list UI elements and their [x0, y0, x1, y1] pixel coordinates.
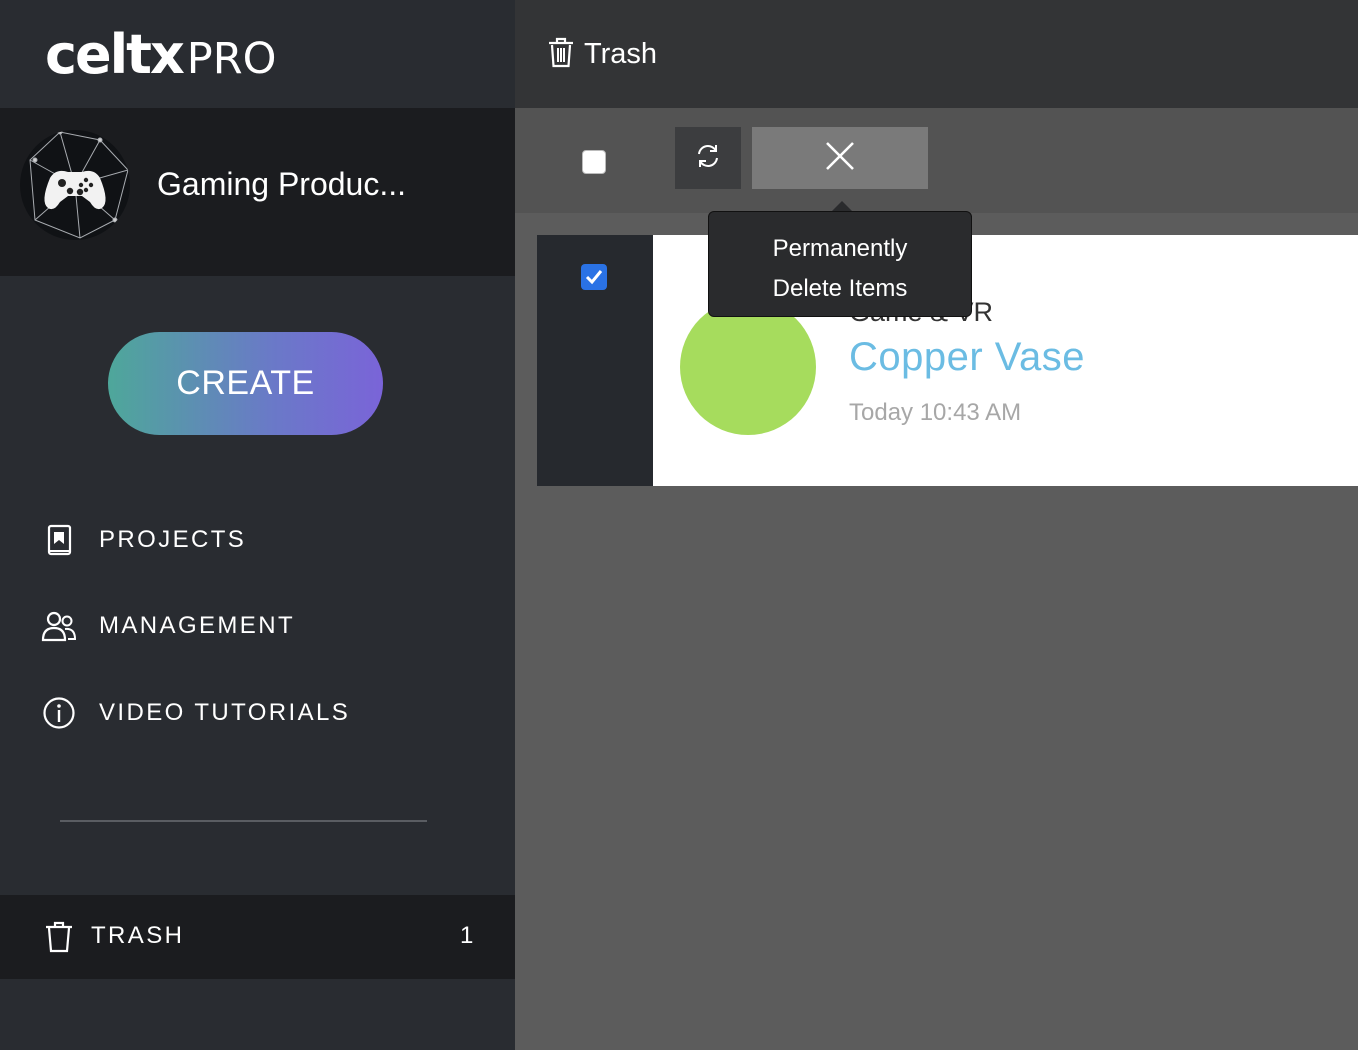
trash-icon: [548, 36, 574, 73]
game-controller-icon: [29, 130, 129, 239]
trash-toolbar: [515, 108, 1358, 213]
org-avatar: [20, 130, 130, 240]
create-button[interactable]: CREATE: [108, 332, 383, 435]
checkmark-icon: [585, 270, 603, 285]
sidebar-item-label: PROJECTS: [99, 526, 247, 553]
sidebar-item-label: VIDEO TUTORIALS: [99, 699, 351, 726]
trash-count-badge: 1: [460, 922, 474, 949]
bookmark-book-icon: [40, 521, 78, 559]
sidebar-divider: [60, 820, 427, 822]
card-select-column: [537, 235, 653, 486]
users-icon: [40, 607, 78, 645]
logo-bar: celtx PRO: [0, 0, 515, 108]
close-icon: [824, 140, 856, 177]
project-color-dot: [680, 299, 816, 435]
select-all-checkbox[interactable]: [582, 150, 606, 174]
page-header: Trash: [515, 0, 1358, 108]
sidebar-item-management[interactable]: MANAGEMENT: [40, 606, 295, 646]
org-name: Gaming Produc...: [157, 166, 406, 202]
sidebar-item-trash[interactable]: TRASH 1: [0, 895, 515, 979]
trash-icon: [40, 918, 78, 956]
project-date: Today 10:43 AM: [849, 399, 1022, 426]
page-title: Trash: [548, 36, 657, 73]
delete-tooltip: Permanently Delete Items: [708, 211, 972, 317]
sidebar-item-label: TRASH: [91, 922, 185, 949]
org-switcher[interactable]: Gaming Produc...: [0, 108, 515, 276]
page-title-text: Trash: [584, 38, 658, 70]
sidebar-item-video-tutorials[interactable]: VIDEO TUTORIALS: [40, 693, 350, 733]
restore-button[interactable]: [675, 127, 741, 189]
sidebar: celtx PRO Gaming Produc... CREATE PROJEC…: [0, 0, 515, 1050]
project-title[interactable]: Copper Vase: [849, 335, 1085, 380]
item-checkbox[interactable]: [581, 264, 607, 290]
tooltip-text-line1: Permanently: [772, 235, 908, 262]
refresh-icon: [694, 142, 722, 175]
logo-text-main: celtx: [45, 23, 185, 86]
tooltip-text-line2: Delete Items: [772, 275, 908, 302]
permanently-delete-button[interactable]: [752, 127, 928, 189]
logo-text-pro: PRO: [186, 34, 277, 84]
info-circle-icon: [40, 694, 78, 732]
sidebar-item-projects[interactable]: PROJECTS: [40, 520, 246, 560]
sidebar-item-label: MANAGEMENT: [99, 612, 296, 639]
app-logo[interactable]: celtx PRO: [45, 24, 276, 90]
